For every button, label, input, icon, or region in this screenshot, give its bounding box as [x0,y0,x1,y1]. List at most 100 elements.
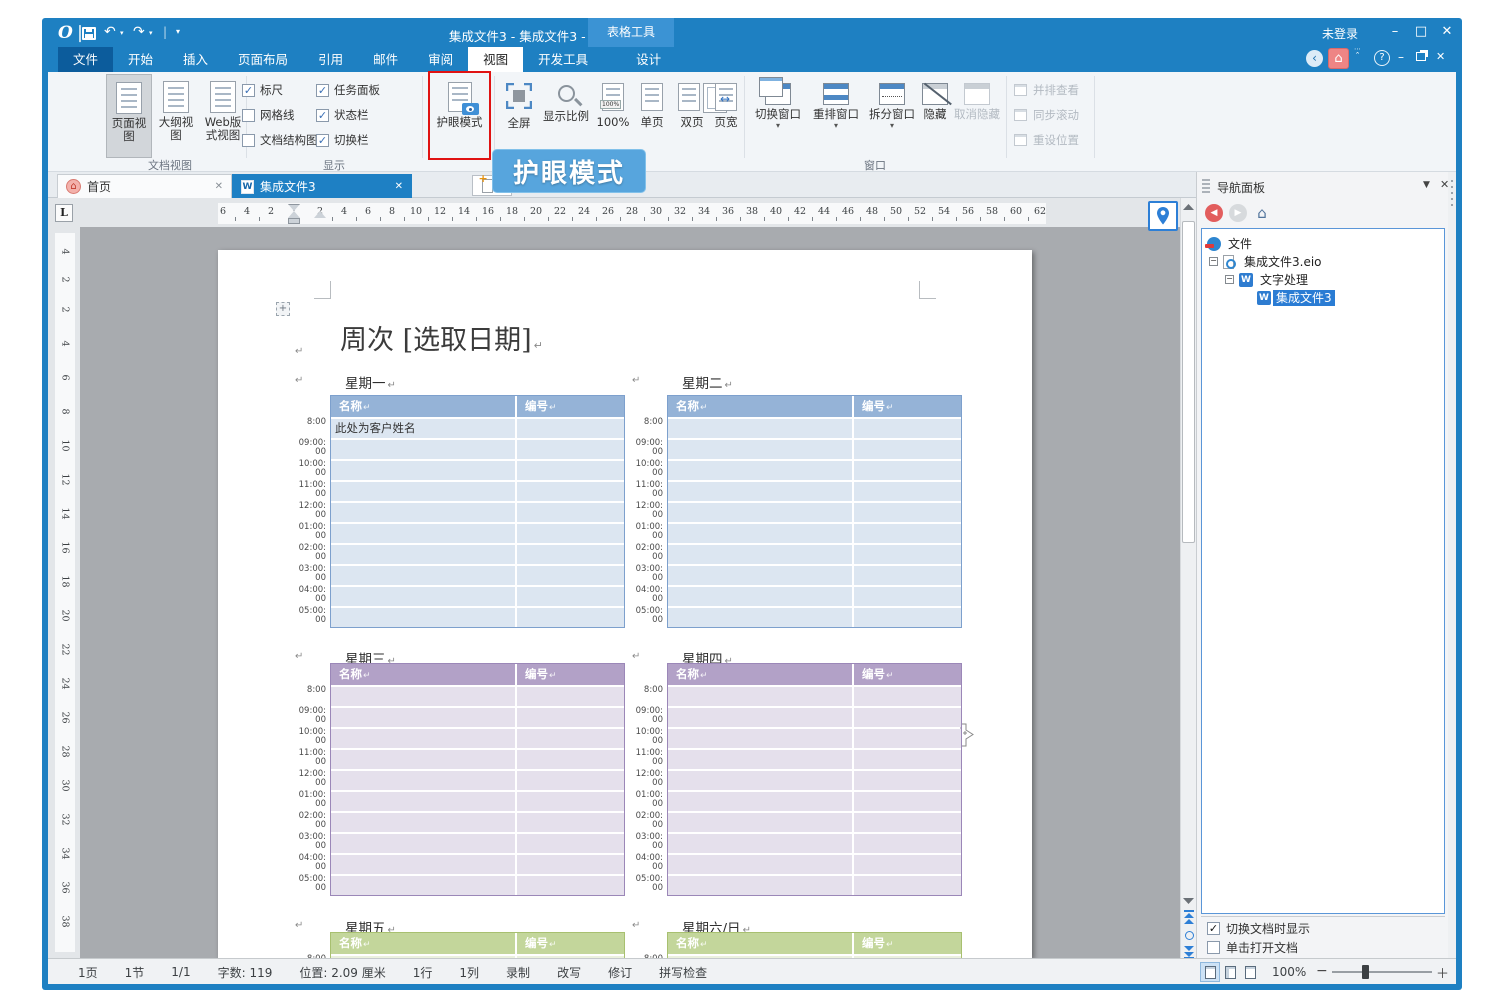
table-row[interactable] [331,813,624,832]
day-table-星期五[interactable]: 名称↵编号↵ [330,932,625,958]
table-row[interactable]: 此处为客户姓名 [331,419,624,438]
ribbon-button-拆分窗口[interactable]: 拆分窗口▾ [866,74,918,158]
table-row[interactable] [668,813,961,832]
zoom-slider-track[interactable] [1332,971,1432,973]
horizontal-ruler[interactable]: L 64224681012141618202224262830323436384… [48,198,1180,227]
browse-next-icon[interactable] [1184,946,1194,951]
table-row[interactable] [331,461,624,480]
page-view-mode-button[interactable] [1200,962,1220,982]
first-line-indent-marker[interactable] [288,204,300,211]
vertical-scrollbar[interactable] [1180,198,1196,958]
table-row[interactable] [331,503,624,522]
hanging-indent-marker[interactable] [288,211,300,218]
status-1行[interactable]: 1行 [413,964,433,981]
quick-access-dropdown-icon[interactable]: ▾ [176,27,180,36]
table-row[interactable] [331,545,624,564]
table-row[interactable] [668,771,961,790]
table-row[interactable] [668,587,961,606]
tab-开发工具[interactable]: 开发工具 [523,47,603,72]
table-row[interactable] [668,503,961,522]
ribbon-button-重排窗口[interactable]: 重排窗口▾ [808,74,864,158]
doc-tab-首页[interactable]: ⌂首页✕ [57,174,232,198]
undo-dropdown-icon[interactable]: ▾ [120,29,124,37]
table-row[interactable] [331,708,624,727]
ribbon-button-100%[interactable]: 100% [594,74,632,158]
table-row[interactable] [668,708,961,727]
expander-icon[interactable]: − [1225,275,1234,284]
nav-back-icon[interactable]: ◀ [1205,204,1223,222]
ribbon-button-双页[interactable]: 双页 [672,74,712,158]
tree-item-label[interactable]: 文件 [1225,236,1255,252]
status-录制[interactable]: 录制 [506,964,530,981]
checkbox-切换栏[interactable]: ✓切换栏 [316,132,369,148]
status-字数: 119[interactable]: 字数: 119 [218,964,273,981]
table-row[interactable] [668,545,961,564]
status-1列[interactable]: 1列 [459,964,479,981]
table-row[interactable] [331,876,624,895]
checkbox-状态栏[interactable]: ✓状态栏 [316,107,369,123]
tree-item-label[interactable]: 集成文件3 [1273,290,1335,306]
table-row[interactable] [668,608,961,627]
tree-item-集成文件3.eio[interactable]: −集成文件3.eio [1202,253,1444,271]
table-row[interactable] [331,729,624,748]
browse-previous-icon[interactable] [1184,919,1194,924]
tab-页面布局[interactable]: 页面布局 [223,47,303,72]
tab-邮件[interactable]: 邮件 [358,47,413,72]
checkbox-box[interactable] [1207,941,1220,954]
table-row[interactable] [331,855,624,874]
table-row[interactable] [331,482,624,501]
table-row[interactable] [331,440,624,459]
nav-checkbox-单击打开文档[interactable]: 单击打开文档 [1207,939,1298,956]
table-move-handle-icon[interactable]: + [276,302,290,316]
table-row[interactable] [668,524,961,543]
home-icon[interactable]: ⌂ [1328,48,1349,69]
table-row[interactable] [668,687,961,706]
document-title[interactable]: 周次 [选取日期]↵ [340,318,543,357]
scroll-down-icon[interactable] [1183,898,1194,904]
checkbox-box[interactable] [242,109,255,122]
tree-item-文件[interactable]: 文件 [1202,235,1444,253]
location-pin-button[interactable] [1148,201,1178,231]
scrollbar-thumb[interactable] [1182,221,1195,543]
table-row[interactable] [331,792,624,811]
close-tab-icon[interactable]: ✕ [215,181,223,192]
document-page[interactable]: + ↵ 周次 [选取日期]↵ ↵星期一↵名称↵编号↵此处为客户姓名8:0009:… [218,250,1032,958]
checkbox-标尺[interactable]: ✓标尺 [242,82,283,98]
status-拼写检查[interactable]: 拼写检查 [659,964,707,981]
checkbox-box[interactable]: ✓ [242,84,255,97]
zoom-slider-thumb[interactable] [1362,965,1369,979]
vertical-ruler[interactable]: 422468101214161820222426283032343638 [48,227,80,958]
status-改写[interactable]: 改写 [557,964,581,981]
web-view-mode-button[interactable] [1220,962,1240,982]
tab-插入[interactable]: 插入 [168,47,223,72]
day-label-星期二[interactable]: 星期二↵ [682,372,733,392]
fullscreen-button[interactable]: 全屏 [500,74,538,158]
tree-item-文字处理[interactable]: − 文字处理 [1202,271,1444,289]
outline-view-button[interactable]: 大纲视图 [154,74,198,158]
dropdown-icon[interactable]: ▾ [866,121,918,130]
web-view-button[interactable]: Web版式视图 [200,74,246,158]
tab-引用[interactable]: 引用 [303,47,358,72]
ribbon-button-隐藏[interactable]: 隐藏 [918,74,952,158]
maximize-icon[interactable]: □ [1410,22,1432,42]
nav-forward-icon[interactable]: ▶ [1229,204,1247,222]
table-row[interactable] [331,750,624,769]
day-table-星期四[interactable]: 名称↵编号↵ [667,663,962,896]
page-view-button[interactable]: 页面视图 [106,74,152,158]
panel-edge-grip[interactable] [1448,172,1456,958]
ribbon-button-切换窗口[interactable]: 切换窗口▾ [750,74,806,158]
table-row[interactable] [668,729,961,748]
status-1页[interactable]: 1页 [78,964,98,981]
ribbon-button-页宽[interactable]: 页宽 [708,74,744,158]
help-icon[interactable]: ? [1374,50,1390,66]
nav-panel-dropdown-icon[interactable]: ▼ [1423,180,1430,190]
tab-文件[interactable]: 文件 [58,47,113,72]
tab-设计[interactable]: 设计 [621,47,676,72]
table-row[interactable] [668,482,961,501]
tree-item-label[interactable]: 文字处理 [1257,272,1311,288]
checkbox-文档结构图[interactable]: 文档结构图 [242,132,318,148]
table-row[interactable] [331,566,624,585]
table-row[interactable] [331,834,624,853]
tab-视图[interactable]: 视图 [468,47,523,72]
right-indent-marker[interactable] [314,211,326,218]
